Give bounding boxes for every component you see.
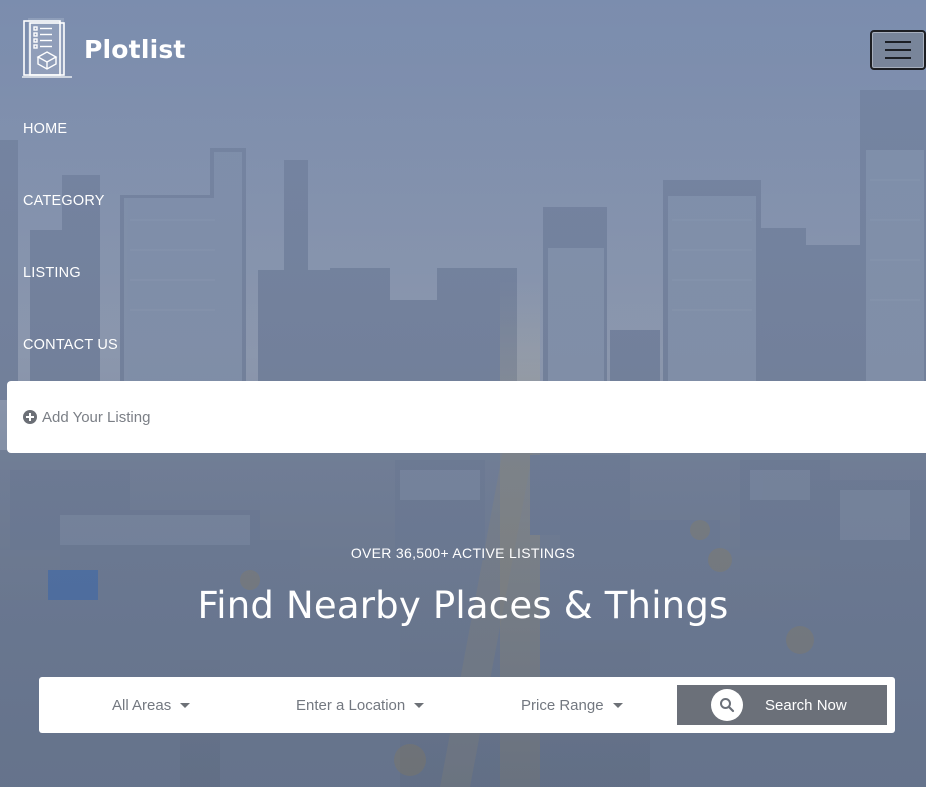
menu-toggle-button[interactable] <box>870 30 926 70</box>
search-now-button[interactable]: Search Now <box>677 685 887 725</box>
hero-subtitle: OVER 36,500+ ACTIVE LISTINGS <box>350 545 576 561</box>
clipboard-list-icon <box>22 18 72 78</box>
nav-item-listing[interactable]: LISTING <box>23 264 118 336</box>
brand-name: Plotlist <box>84 34 186 64</box>
search-now-label: Search Now <box>765 696 847 714</box>
location-dropdown-label: Enter a Location <box>296 696 406 714</box>
search-icon <box>711 689 743 721</box>
nav-item-category[interactable]: CATEGORY <box>23 192 118 264</box>
nav-item-home[interactable]: HOME <box>23 120 118 192</box>
brand[interactable]: Plotlist <box>22 18 186 80</box>
add-listing-label: Add Your Listing <box>42 408 151 426</box>
price-range-dropdown[interactable]: Price Range <box>521 677 623 733</box>
areas-dropdown[interactable]: All Areas <box>112 677 191 733</box>
main-nav: HOME CATEGORY LISTING CONTACT US <box>23 120 118 408</box>
search-bar: All Areas Enter a Location Price Range S… <box>39 677 895 733</box>
hero-title: Find Nearby Places & Things <box>197 584 729 627</box>
areas-dropdown-label: All Areas <box>112 696 172 714</box>
caret-down-icon <box>612 702 623 708</box>
plus-circle-icon <box>23 410 37 424</box>
location-dropdown[interactable]: Enter a Location <box>296 677 425 733</box>
add-listing-button[interactable]: Add Your Listing <box>7 381 926 453</box>
caret-down-icon <box>414 702 425 708</box>
caret-down-icon <box>180 702 191 708</box>
price-range-dropdown-label: Price Range <box>521 696 604 714</box>
hamburger-menu-icon <box>885 41 911 43</box>
